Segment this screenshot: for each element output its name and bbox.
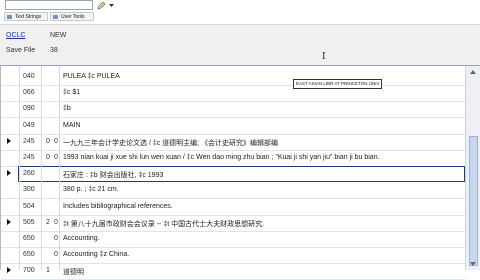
field-value[interactable]: MAIN (63, 122, 81, 129)
field-value[interactable]: 一九九三年会计学史论文选 / ‡c 道德明主编; 《会计史研究》编辑部编 (63, 138, 278, 148)
field-value[interactable]: ‡c $1 (63, 89, 80, 96)
record-row[interactable]: 260 石家庄 : ‡b 财会出版社, ‡c 1993 (18, 166, 465, 183)
indicator-2[interactable]: 0 (54, 219, 58, 226)
record-header: OCLC NEW Save File 38 (0, 24, 480, 66)
record-row[interactable]: 650 0 Accounting ‡z China. (1, 247, 465, 265)
field-value[interactable]: Accounting. (63, 235, 100, 242)
indicator-1[interactable]: 1 (46, 267, 50, 274)
scrollbar-thumb[interactable] (469, 136, 478, 266)
vertical-scrollbar[interactable] (465, 66, 480, 270)
row-arrow-icon[interactable] (7, 137, 11, 144)
chevron-down-icon[interactable] (107, 1, 116, 10)
field-tag[interactable]: 066 (23, 89, 35, 96)
record-row[interactable]: 700 1 道德明 (1, 263, 465, 280)
row-arrow-icon[interactable] (7, 218, 11, 225)
command-input[interactable] (5, 0, 93, 10)
record-row[interactable]: 245 0 0 一九九三年会计学史论文选 / ‡c 道德明主编; 《会计史研究》编辑部… (1, 134, 465, 151)
field-tag[interactable]: 650 (23, 251, 35, 258)
text-cursor-icon: I (322, 52, 326, 62)
save-file-label: Save File (6, 47, 36, 54)
column-divider (19, 66, 20, 270)
indicator-1[interactable]: 0 (46, 138, 50, 145)
row-arrow-icon[interactable] (7, 170, 11, 177)
record-row[interactable]: 650 0 Accounting. (1, 231, 465, 248)
text-strings-icon (7, 15, 12, 19)
scroll-down-icon[interactable] (470, 262, 476, 266)
record-row[interactable]: 066 ‡c $1 (1, 85, 465, 103)
user-tools-button[interactable]: User Tools (50, 12, 94, 21)
user-tools-label: User Tools (61, 14, 85, 20)
field-tag[interactable]: 700 (23, 267, 35, 274)
record-row[interactable]: 049 MAIN (1, 118, 465, 135)
field-value[interactable]: 道德明 (63, 267, 84, 277)
field-value[interactable]: Includes bibliographical references. (63, 203, 173, 210)
field-tag[interactable]: 090 (23, 105, 35, 112)
scroll-up-icon[interactable] (470, 70, 476, 74)
indicator-1[interactable]: 0 (46, 154, 50, 161)
field-value[interactable]: 1993 nian kuai ji xue shi lun wen xuan /… (63, 154, 380, 161)
row-arrow-icon[interactable] (7, 267, 11, 274)
oclc-link[interactable]: OCLC (6, 32, 25, 39)
marc-editor[interactable]: 040 PULEA ‡c PULEA 066 ‡c $1 090 ‡b 049 MAIN 245… (0, 66, 465, 280)
field-value[interactable]: 石家庄 : ‡b 财会出版社, ‡c 1993 (63, 170, 163, 180)
record-row[interactable]: 504 Includes bibliographical references. (1, 199, 465, 216)
field-tag[interactable]: 040 (23, 73, 35, 80)
pencil-icon[interactable] (97, 1, 106, 10)
field-tag[interactable]: 260 (23, 170, 35, 177)
field-tag[interactable]: 245 (23, 138, 35, 145)
indicator-2[interactable]: 0 (54, 138, 58, 145)
toolbar: Text Strings User Tools (0, 0, 480, 24)
field-tag[interactable]: 650 (23, 235, 35, 242)
field-tag[interactable]: 504 (23, 203, 35, 210)
field-tag[interactable]: 049 (23, 122, 35, 129)
field-value[interactable]: ‡b (63, 105, 71, 112)
record-row[interactable]: 300 380 p. ; ‡c 21 cm. (1, 182, 465, 200)
indicator-2[interactable]: 0 (54, 251, 58, 258)
record-row[interactable]: 090 ‡b (1, 101, 465, 119)
field-tag[interactable]: 300 (23, 186, 35, 193)
column-divider (41, 66, 42, 270)
column-divider (59, 66, 60, 270)
record-row[interactable]: 245 0 0 1993 nian kuai ji xue shi lun wen x… (1, 150, 465, 167)
oclc-status: NEW (50, 32, 67, 39)
record-row[interactable]: 040 PULEA ‡c PULEA (1, 69, 465, 86)
text-strings-button[interactable]: Text Strings (4, 12, 48, 21)
text-strings-label: Text Strings (15, 14, 42, 20)
user-tools-icon (53, 15, 58, 19)
field-tag[interactable]: 505 (23, 219, 35, 226)
field-tag[interactable]: 245 (23, 154, 35, 161)
indicator-2[interactable]: 0 (54, 154, 58, 161)
record-row[interactable]: 505 2 0 ‡t 第八十九届市政财会会议录 -- ‡t 中国古代士大夫财政思想研究… (1, 215, 465, 232)
field-value[interactable]: 380 p. ; ‡c 21 cm. (63, 186, 119, 193)
indicator-1[interactable]: 2 (46, 219, 50, 226)
field-value[interactable]: ‡t 第八十九届市政财会会议录 -- ‡t 中国古代士大夫财政思想研究. (63, 219, 264, 229)
tooltip: EAST ASIAN LIBR AT PRINCETON UNIV (293, 79, 383, 89)
indicator-2[interactable]: 0 (54, 235, 58, 242)
field-value[interactable]: PULEA ‡c PULEA (63, 73, 120, 80)
field-value[interactable]: Accounting ‡z China. (63, 251, 129, 258)
save-file-value: 38 (50, 47, 58, 54)
